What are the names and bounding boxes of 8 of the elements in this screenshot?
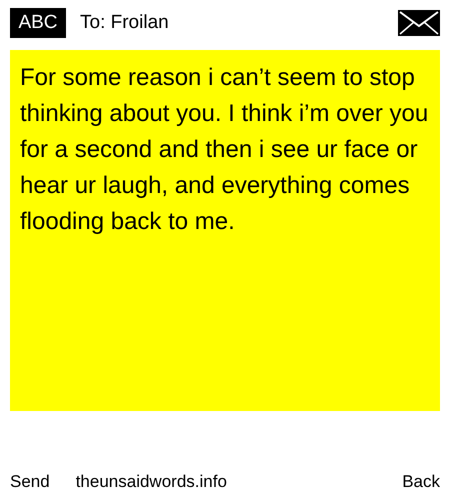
message-area[interactable]: For some reason i can’t seem to stop thinking about you. I think i’m over you for a second and then i see ur face or hear ur laugh, and everything comes flooding back to me. xyxy=(10,50,440,411)
back-button[interactable]: Back xyxy=(402,469,440,495)
input-mode-label: ABC xyxy=(10,8,66,38)
website-label: theunsaidwords.info xyxy=(76,471,227,494)
send-button[interactable]: Send xyxy=(10,469,50,495)
message-text: For some reason i can’t seem to stop thinking about you. I think i’m over you for a second and then i see ur face or hear ur laugh, and everything comes flooding back to me. xyxy=(19,63,430,237)
envelope-icon xyxy=(398,10,440,36)
recipient-label: To: Froilan xyxy=(80,10,169,35)
